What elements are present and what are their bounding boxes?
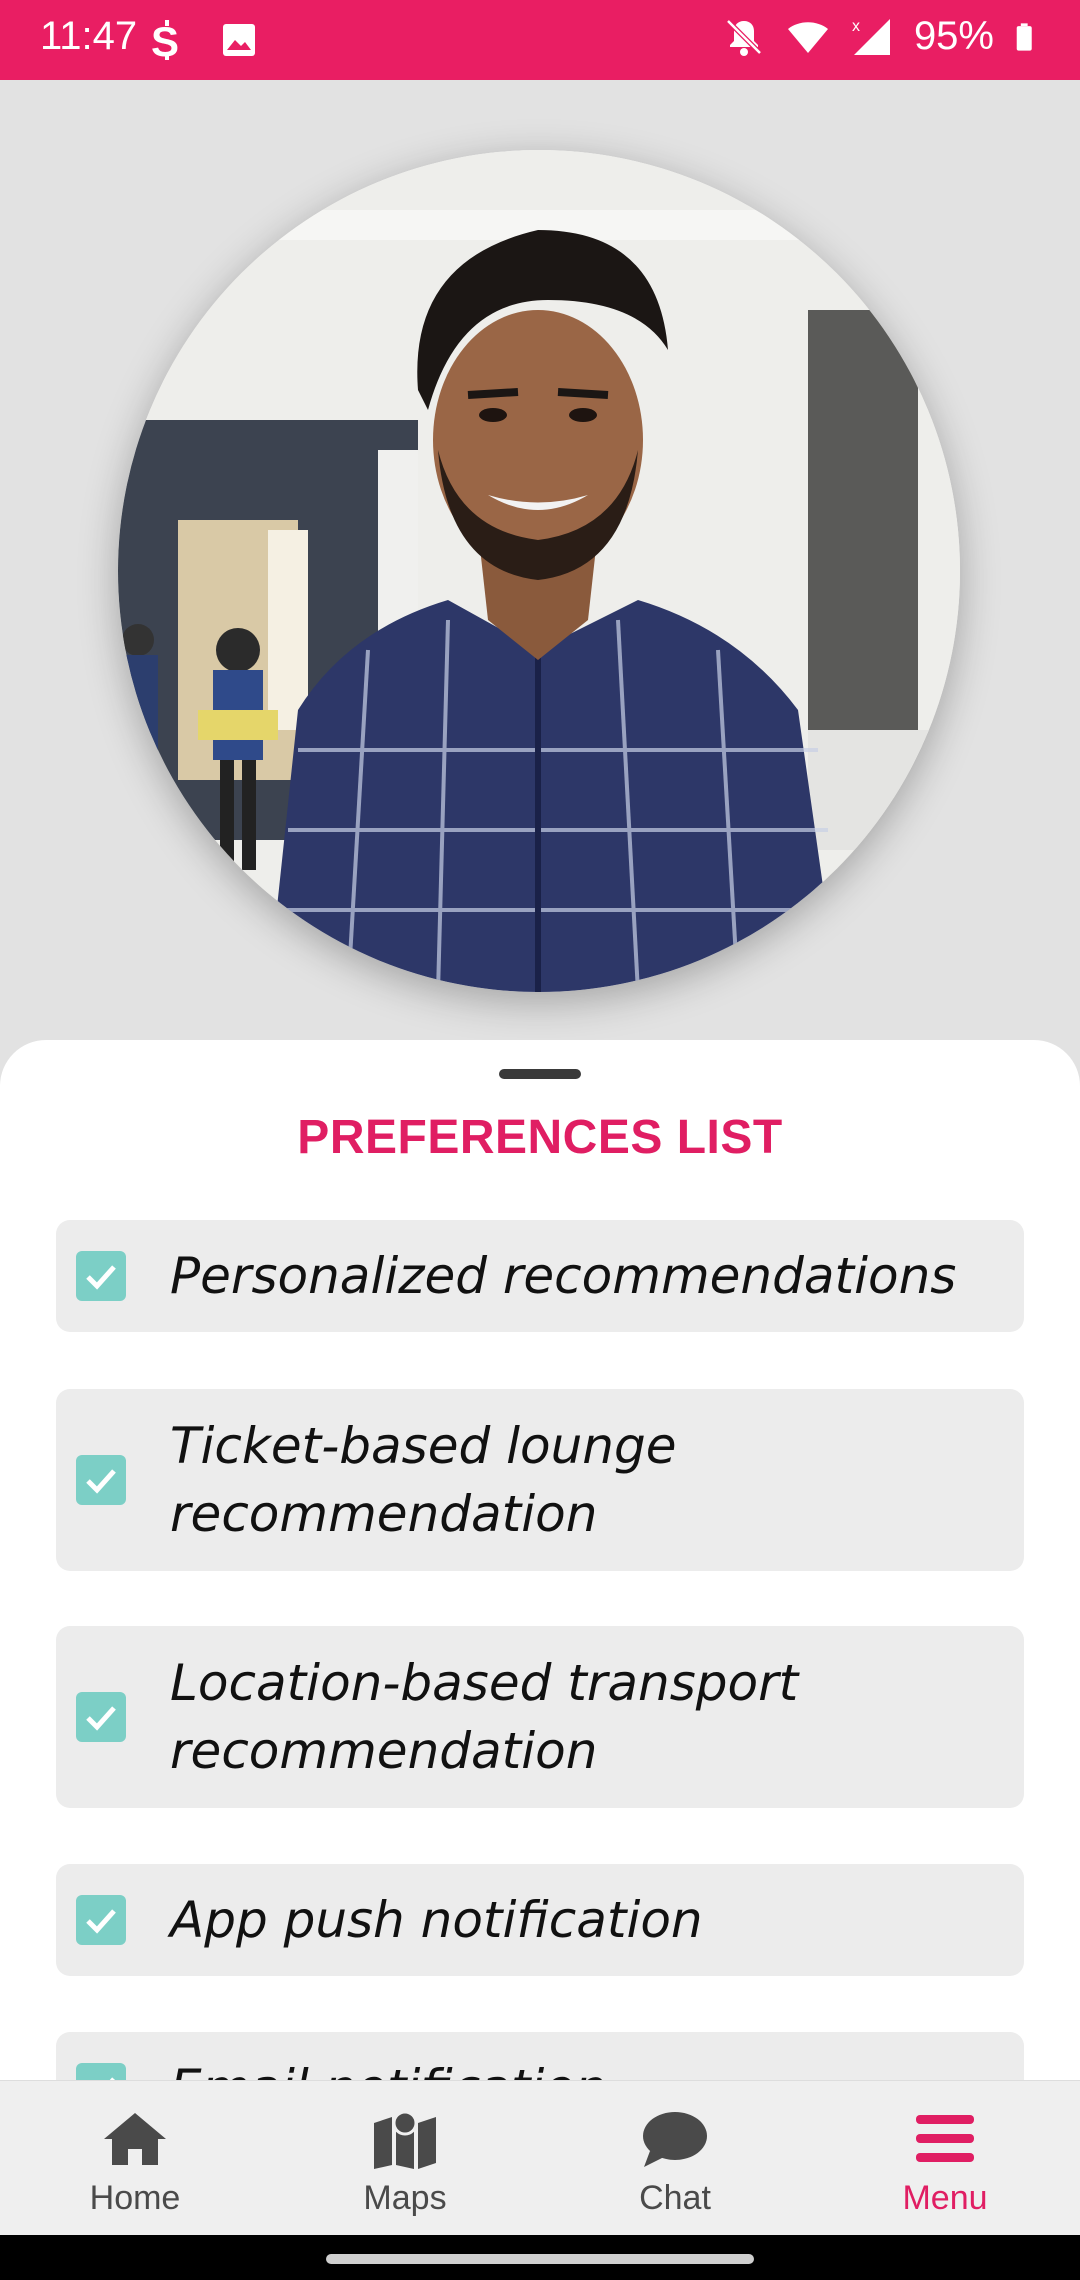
svg-text:x: x: [852, 18, 860, 35]
nav-maps[interactable]: Maps: [270, 2081, 540, 2236]
preference-label: Ticket-based lounge recommendation: [170, 1417, 677, 1543]
profile-photo-illustration: [118, 150, 960, 992]
nav-maps-label: Maps: [363, 2179, 447, 2217]
gesture-area: [0, 2235, 1080, 2280]
drag-handle[interactable]: [499, 1069, 581, 1079]
nav-chat-label: Chat: [639, 2179, 711, 2217]
checkbox-checked-icon[interactable]: [76, 1455, 126, 1505]
preference-label: Personalized recommendations: [170, 1247, 957, 1305]
profile-header: [0, 80, 1080, 1040]
wifi-icon: [787, 21, 828, 53]
bottom-navigation: Home Maps Chat Menu: [0, 2080, 1080, 2236]
notifications-off-icon: [726, 18, 762, 56]
preference-item[interactable]: Personalized recommendations: [56, 1220, 1024, 1332]
gesture-handle[interactable]: [326, 2254, 754, 2264]
status-bar: 11:47 S x 95%: [0, 0, 1080, 80]
menu-icon: [916, 2115, 974, 2162]
battery-icon: [1016, 22, 1032, 51]
nav-chat[interactable]: Chat: [540, 2081, 810, 2236]
preference-item[interactable]: App push notification: [56, 1864, 1024, 1976]
checkbox-checked-icon[interactable]: [76, 1895, 126, 1945]
signal-icon: x: [852, 18, 890, 55]
checkbox-checked-icon[interactable]: [76, 1692, 126, 1742]
preference-label: Location-based transport recommendation: [170, 1654, 799, 1780]
nav-menu-label: Menu: [902, 2179, 988, 2217]
map-icon: [374, 2110, 436, 2169]
preferences-title: PREFERENCES LIST: [297, 1111, 783, 1164]
preference-item[interactable]: Ticket-based lounge recommendation: [56, 1389, 1024, 1571]
preference-item[interactable]: Email notification: [56, 2032, 1024, 2080]
battery-percent: 95%: [913, 14, 994, 58]
status-time: 11:47: [40, 14, 138, 58]
nav-menu[interactable]: Menu: [810, 2081, 1080, 2236]
home-icon: [104, 2113, 166, 2165]
checkbox-checked-icon[interactable]: [76, 1251, 126, 1301]
nav-home[interactable]: Home: [0, 2081, 270, 2236]
chat-icon: [643, 2112, 707, 2167]
preferences-sheet: PREFERENCES LIST Personalized recommenda…: [0, 1040, 1080, 2080]
image-icon: [223, 24, 255, 56]
preference-item[interactable]: Location-based transport recommendation: [56, 1626, 1024, 1808]
preference-label: Email notification: [170, 2054, 984, 2080]
nav-home-label: Home: [89, 2179, 181, 2217]
profile-photo[interactable]: [118, 150, 960, 992]
preference-label: App push notification: [170, 1891, 703, 1949]
checkbox-checked-icon[interactable]: [76, 2063, 126, 2080]
dollar-app-icon: S: [151, 18, 179, 62]
